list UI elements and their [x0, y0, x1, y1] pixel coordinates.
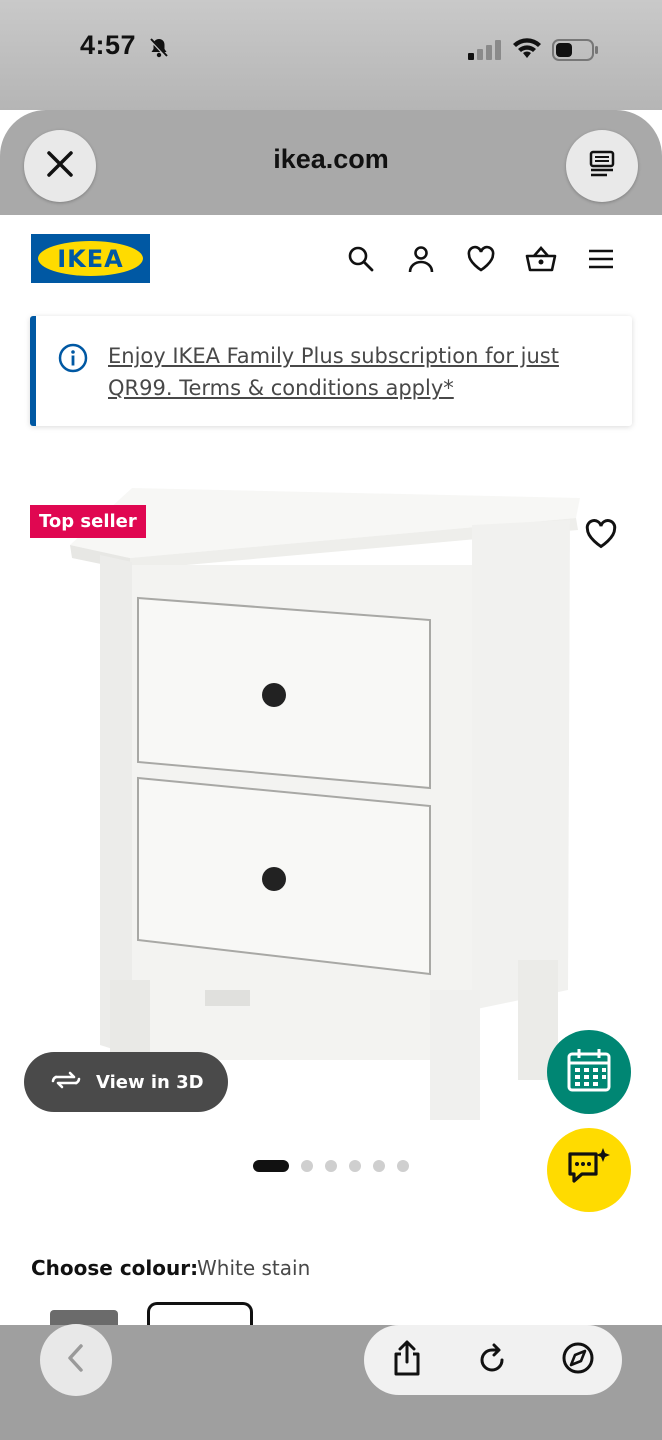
calendar-button[interactable] [547, 1030, 631, 1114]
carousel-dot[interactable] [373, 1160, 385, 1172]
info-icon [58, 343, 88, 378]
carousel-dot[interactable] [397, 1160, 409, 1172]
rotate-3d-icon [50, 1069, 82, 1096]
reader-view-button[interactable] [566, 130, 638, 202]
back-button[interactable] [40, 1324, 112, 1396]
chat-assistant-button[interactable] [547, 1128, 631, 1212]
heart-icon[interactable] [463, 241, 499, 277]
basket-icon[interactable] [523, 241, 559, 277]
image-carousel-dots[interactable] [253, 1160, 409, 1172]
cellular-signal-icon [468, 40, 502, 65]
ikea-logo[interactable]: IKEA [31, 234, 150, 283]
bell-slash-icon [148, 37, 170, 64]
view-in-3d-button[interactable]: View in 3D [24, 1052, 228, 1112]
promo-link[interactable]: Enjoy IKEA Family Plus subscription for … [108, 340, 618, 404]
browser-actions [364, 1325, 622, 1395]
top-seller-badge: Top seller [30, 505, 146, 538]
selected-colour-value: White stain [197, 1256, 311, 1280]
chevron-left-icon [65, 1343, 87, 1378]
view-in-3d-label: View in 3D [96, 1071, 204, 1093]
battery-icon [552, 38, 600, 67]
menu-icon[interactable] [583, 241, 619, 277]
share-icon[interactable] [391, 1339, 423, 1382]
carousel-dot-active[interactable] [253, 1160, 289, 1172]
reload-icon[interactable] [476, 1341, 508, 1380]
carousel-dot[interactable] [325, 1160, 337, 1172]
calendar-icon [565, 1046, 613, 1099]
choose-colour-label: Choose colour: [31, 1256, 199, 1280]
account-icon[interactable] [403, 241, 439, 277]
logo-text: IKEA [57, 245, 124, 273]
url-label[interactable]: ikea.com [0, 144, 662, 175]
compass-icon[interactable] [561, 1341, 595, 1380]
carousel-dot[interactable] [349, 1160, 361, 1172]
chat-sparkle-icon [565, 1146, 613, 1195]
reader-view-icon [587, 149, 617, 184]
carousel-dot[interactable] [301, 1160, 313, 1172]
status-time: 4:57 [80, 30, 137, 60]
add-to-wishlist-icon[interactable] [584, 518, 618, 555]
search-icon[interactable] [343, 241, 379, 277]
wifi-icon [512, 36, 542, 65]
